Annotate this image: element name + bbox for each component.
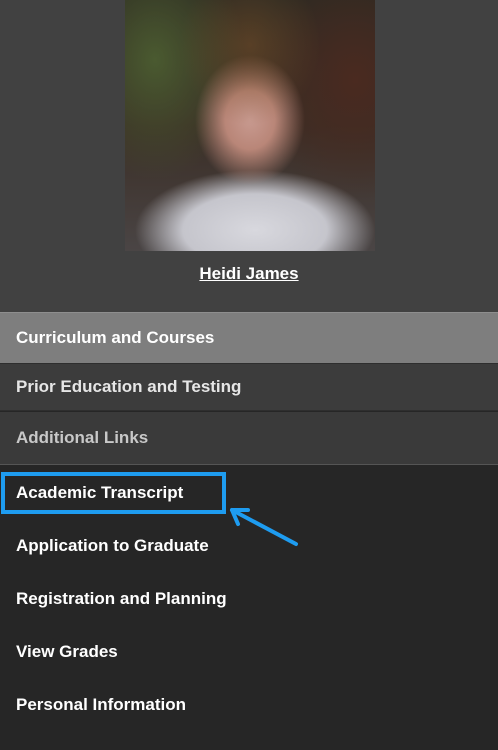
link-application-to-graduate[interactable]: Application to Graduate bbox=[16, 536, 209, 556]
nav-item-prior-education-and-testing[interactable]: Prior Education and Testing bbox=[0, 363, 498, 411]
profile-photo bbox=[125, 0, 375, 251]
nav-item-curriculum-and-courses[interactable]: Curriculum and Courses bbox=[0, 312, 498, 363]
profile-name-link[interactable]: Heidi James bbox=[0, 264, 498, 284]
profile-panel: Heidi James bbox=[0, 0, 498, 312]
link-view-grades[interactable]: View Grades bbox=[16, 642, 118, 662]
link-registration-and-planning[interactable]: Registration and Planning bbox=[16, 589, 227, 609]
link-personal-information[interactable]: Personal Information bbox=[16, 695, 186, 715]
highlight-box bbox=[1, 472, 226, 514]
nav-item-additional-links[interactable]: Additional Links bbox=[0, 412, 498, 465]
pointer-arrow-icon bbox=[230, 508, 298, 546]
